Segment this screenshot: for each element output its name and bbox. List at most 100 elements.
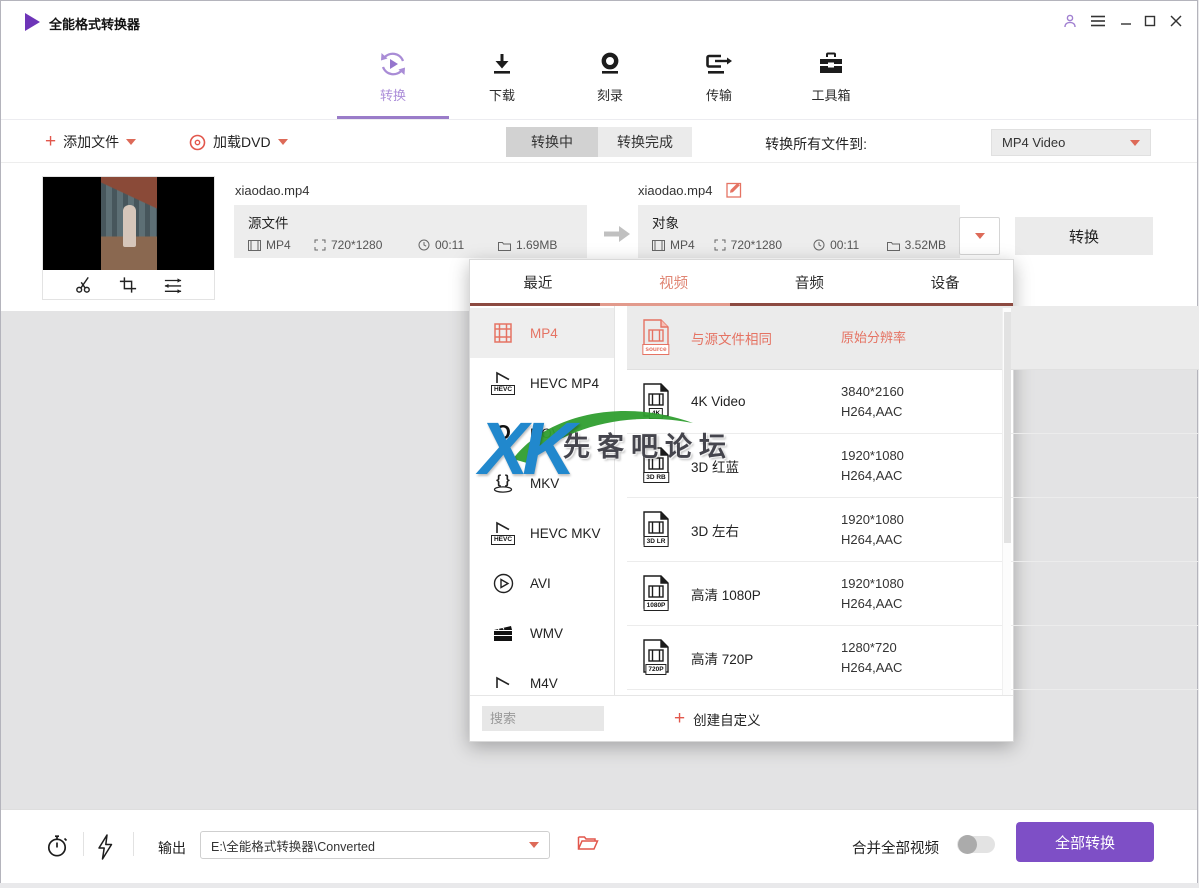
chevron-down-icon xyxy=(974,233,985,239)
video-thumbnail[interactable] xyxy=(43,177,214,299)
preset-codec: H264,AAC xyxy=(841,659,903,675)
burn-disc-icon xyxy=(565,47,655,81)
preset-3d-red-blue[interactable]: 3D RB 3D 红蓝 1920*1080 H264,AAC xyxy=(627,434,1199,498)
target-format-dropdown-button[interactable] xyxy=(959,217,1000,255)
preset-resolution: 1920*1080 xyxy=(841,447,904,463)
popup-tab-video[interactable]: 视频 xyxy=(606,260,742,304)
add-file-label: 添加文件 xyxy=(63,134,120,150)
format-item-hevc-mkv[interactable]: HEVC HEVC MKV xyxy=(470,508,614,558)
wmv-clapper-icon xyxy=(490,624,516,643)
mkv-braces-icon: { } xyxy=(490,473,516,493)
tab-converting[interactable]: 转换中 xyxy=(506,127,598,157)
main-nav: 转换 下载 刻录 传输 工具箱 xyxy=(1,41,1197,120)
hevc-play-icon: HEVC xyxy=(490,521,516,545)
thumbnail-figure xyxy=(123,205,136,247)
popup-tab-audio[interactable]: 音频 xyxy=(742,260,878,304)
format-item-m4v[interactable]: M4V xyxy=(470,658,614,697)
preset-list: source 与源文件相同 原始分辨率 4K 4K Video 3840*216… xyxy=(627,306,1199,697)
format-item-mp4[interactable]: MP4 xyxy=(470,308,614,358)
merge-all-label: 合并全部视频 xyxy=(852,841,939,857)
effects-sliders-icon[interactable] xyxy=(163,276,183,294)
convert-button[interactable]: 转换 xyxy=(1015,217,1153,255)
target-format-select[interactable]: MP4 Video xyxy=(991,129,1151,156)
convert-all-button[interactable]: 全部转换 xyxy=(1016,822,1154,862)
add-file-button[interactable]: + 添加文件 xyxy=(45,131,137,153)
load-dvd-label: 加载DVD xyxy=(213,134,271,150)
create-custom-button[interactable]: + 创建自定义 xyxy=(674,709,761,729)
target-info-box: 对象 MP4 720*1280 00:11 3.52MB xyxy=(638,205,960,258)
output-path-select[interactable]: E:\全能格式转换器\Converted xyxy=(200,831,550,859)
tab-convert[interactable]: 转换 xyxy=(348,47,438,104)
minimize-button[interactable] xyxy=(1115,11,1137,31)
search-input[interactable] xyxy=(482,706,604,731)
tab-download[interactable]: 下载 xyxy=(457,47,547,104)
close-button[interactable] xyxy=(1165,11,1187,31)
format-item-wmv[interactable]: WMV xyxy=(470,608,614,658)
merge-toggle[interactable] xyxy=(957,835,995,854)
target-resolution: 720*1280 xyxy=(714,238,813,252)
popup-tab-recent[interactable]: 最近 xyxy=(470,260,606,304)
format-item-mkv[interactable]: { } MKV xyxy=(470,458,614,508)
format-item-mov[interactable]: Q MOV xyxy=(470,408,614,458)
preset-hd-1080p[interactable]: 1080P 高清 1080P 1920*1080 H264,AAC xyxy=(627,562,1199,626)
load-dvd-button[interactable]: 加载DVD xyxy=(189,131,288,153)
tab-burn-label: 刻录 xyxy=(596,88,623,103)
schedule-timer-icon[interactable] xyxy=(45,834,69,858)
1080p-preset-icon: 1080P xyxy=(639,574,673,613)
resolution-icon xyxy=(714,239,726,251)
crop-icon[interactable] xyxy=(119,276,137,294)
source-to-target-arrow-icon xyxy=(602,225,632,248)
toggle-knob xyxy=(958,835,977,854)
preset-4k-video[interactable]: 4K 4K Video 3840*2160 H264,AAC xyxy=(627,370,1199,434)
folder-icon xyxy=(886,241,900,251)
film-icon xyxy=(652,239,665,251)
target-filename: xiaodao.mp4 xyxy=(638,183,713,198)
preset-hd-720p[interactable]: 720P 高清 720P 1280*720 H264,AAC xyxy=(627,626,1199,690)
trim-scissors-icon[interactable] xyxy=(74,275,93,294)
tab-toolbox[interactable]: 工具箱 xyxy=(786,47,876,104)
clock-icon xyxy=(418,239,430,251)
preset-codec: H264,AAC xyxy=(841,531,903,547)
preset-resolution: 1920*1080 xyxy=(841,575,904,591)
source-duration: 00:11 xyxy=(418,238,498,252)
format-item-hevc-mp4[interactable]: HEVC HEVC MP4 xyxy=(470,358,614,408)
format-label: MKV xyxy=(530,475,560,491)
film-icon xyxy=(248,239,261,251)
open-folder-icon[interactable] xyxy=(577,834,599,851)
toolbar: + 添加文件 加载DVD 转换中 转换完成 转换所有文件到: MP4 Video xyxy=(1,121,1197,163)
source-filename: xiaodao.mp4 xyxy=(235,183,310,198)
popup-tab-device[interactable]: 设备 xyxy=(877,260,1013,304)
mp4-film-icon xyxy=(490,322,516,344)
preset-3d-left-right[interactable]: 3D LR 3D 左右 1920*1080 H264,AAC xyxy=(627,498,1199,562)
preset-scrollbar[interactable] xyxy=(1002,308,1011,695)
hevc-play-icon: HEVC xyxy=(490,371,516,395)
target-size: 3.52MB xyxy=(886,238,946,252)
format-label: MOV xyxy=(530,425,561,441)
menu-icon[interactable] xyxy=(1087,11,1109,31)
target-duration: 00:11 xyxy=(813,238,887,252)
active-tab-underline xyxy=(337,116,449,119)
preset-codec: H264,AAC xyxy=(841,467,903,483)
rename-edit-icon[interactable] xyxy=(726,181,743,198)
preset-same-as-source[interactable]: source 与源文件相同 原始分辨率 xyxy=(627,306,1199,370)
popup-tabs: 最近 视频 音频 设备 xyxy=(470,260,1013,304)
tab-download-label: 下载 xyxy=(488,88,515,103)
app-window: 全能格式转换器 转换 下载 刻录 传输 工具箱 + 添加文件 加载DVD 转换中… xyxy=(0,0,1199,883)
thumbnail-toolbar xyxy=(43,270,214,299)
format-list: MP4 HEVC HEVC MP4 Q MOV { } MKV HEVC HEV… xyxy=(470,306,615,697)
high-speed-icon[interactable] xyxy=(97,834,113,860)
maximize-button[interactable] xyxy=(1139,11,1161,31)
format-label: HEVC MP4 xyxy=(530,375,600,391)
tab-convert-label: 转换 xyxy=(379,88,406,103)
account-icon[interactable] xyxy=(1059,11,1081,31)
tab-burn[interactable]: 刻录 xyxy=(565,47,655,104)
format-item-avi[interactable]: AVI xyxy=(470,558,614,608)
format-label: MP4 xyxy=(530,325,558,341)
preset-resolution: 1920*1080 xyxy=(841,511,904,527)
quicktime-icon: Q xyxy=(495,421,511,444)
tab-finished[interactable]: 转换完成 xyxy=(598,127,692,157)
scrollbar-thumb[interactable] xyxy=(1004,312,1011,543)
tab-transfer[interactable]: 传输 xyxy=(674,47,764,104)
plus-icon: + xyxy=(674,707,686,729)
dvd-icon xyxy=(189,134,206,150)
